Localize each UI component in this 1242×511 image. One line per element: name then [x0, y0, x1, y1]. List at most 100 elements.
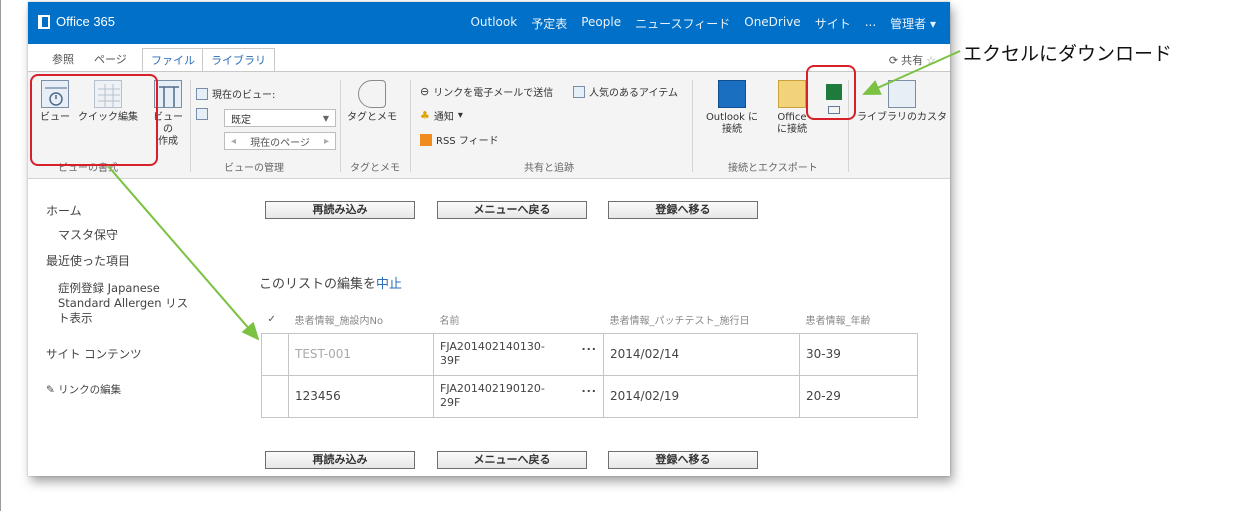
cell-facility-no[interactable]: TEST-001	[288, 332, 434, 376]
nav-edit-links[interactable]: ✎ リンクの編集	[46, 382, 121, 397]
back-menu-button-top[interactable]: メニューへ戻る	[437, 201, 587, 219]
tag-icon	[358, 80, 386, 108]
nav-case-reg-2[interactable]: Standard Allergen リス	[58, 295, 188, 311]
current-view-select[interactable]: 既定 ▼	[224, 109, 336, 127]
office-logo-icon	[38, 14, 50, 29]
library-settings-button[interactable]: ライブラリのカスタ	[854, 80, 950, 124]
tab-page[interactable]: ページ	[94, 51, 127, 67]
office365-brand[interactable]: Office 365	[38, 14, 115, 29]
stop-edit-message: このリストの編集を中止	[259, 273, 402, 292]
nav-newsfeed[interactable]: ニュースフィード	[635, 15, 730, 32]
nav-calendar[interactable]: 予定表	[531, 15, 567, 32]
nav-master[interactable]: マスタ保守	[58, 226, 118, 243]
suite-nav: Outlook 予定表 People ニュースフィード OneDrive サイト…	[470, 15, 936, 32]
column-header-age[interactable]: 患者情報_年齢	[800, 307, 918, 333]
prev-page-icon: ◂	[231, 135, 237, 147]
row-menu-ellipsis[interactable]: ...	[581, 382, 597, 396]
row-select-cell[interactable]	[261, 332, 289, 376]
rss-icon	[420, 133, 432, 146]
table-row[interactable]: TEST-001 FJA201402140130-... 39F 2014/02…	[261, 332, 918, 376]
tags-notes-label: タグとメモ	[347, 112, 397, 123]
column-header-name[interactable]: 名前	[434, 307, 604, 333]
table-row[interactable]: 123456 FJA201402190120-... 29F 2014/02/1…	[261, 374, 918, 418]
cell-age[interactable]: 20-29	[799, 374, 918, 418]
cell-name[interactable]: FJA201402140130-... 39F	[433, 332, 604, 376]
group-separator	[692, 80, 693, 172]
cell-patch-date[interactable]: 2014/02/14	[603, 332, 800, 376]
column-header-patch-date[interactable]: 患者情報_パッチテスト_施行日	[604, 307, 800, 333]
column-header-facility-no[interactable]: 患者情報_施設内No	[289, 307, 434, 333]
create-view-icon	[154, 80, 182, 108]
rss-label: RSS フィード	[436, 136, 499, 147]
nav-recent[interactable]: 最近使った項目	[46, 252, 130, 269]
group-label-view-manage: ビューの管理	[224, 163, 284, 174]
annotation-box-excel	[806, 65, 856, 120]
popular-icon	[573, 85, 585, 98]
cell-patch-date[interactable]: 2014/02/19	[603, 374, 800, 418]
cell-name[interactable]: FJA201402190120-... 29F	[433, 374, 604, 418]
alert-label: 通知	[433, 112, 454, 123]
select-all-checkbox[interactable]: ✓	[262, 307, 289, 333]
row-select-cell[interactable]	[261, 374, 289, 418]
annotation-excel-download: エクセルにダウンロード	[963, 43, 1173, 65]
current-page-nav[interactable]: ◂ 現在のページ ▸	[224, 132, 336, 150]
name-line-2: 39F	[440, 354, 461, 367]
share-icon: ⟳	[888, 53, 899, 67]
share-label: 共有	[901, 54, 924, 67]
nav-case-reg-3[interactable]: ト表示	[58, 310, 93, 326]
name-line-1: FJA201402140130-	[440, 340, 545, 353]
columns-icon-row	[196, 108, 208, 120]
row-menu-ellipsis[interactable]: ...	[581, 340, 597, 354]
cell-age[interactable]: 30-39	[799, 332, 918, 376]
cell-facility-no[interactable]: 123456	[288, 374, 434, 418]
dropdown-arrow-icon: ▼	[322, 113, 329, 123]
connect-outlook-button[interactable]: Outlook に 接続	[700, 80, 764, 136]
star-icon: ☆	[926, 53, 936, 67]
register-button-top[interactable]: 登録へ移る	[608, 201, 758, 219]
current-view-label: 現在のビュー:	[212, 90, 276, 101]
group-separator	[410, 80, 411, 172]
register-button-bottom[interactable]: 登録へ移る	[608, 451, 758, 469]
tab-browse[interactable]: 参照	[52, 51, 74, 67]
nav-sites[interactable]: サイト	[815, 15, 851, 32]
reload-button-top[interactable]: 再読み込み	[265, 201, 415, 219]
alert-bell-icon: ♣	[420, 109, 430, 122]
email-link-button[interactable]: ⊖ リンクを電子メールで送信	[420, 84, 553, 99]
share-button[interactable]: ⟳ 共有 ☆	[889, 52, 936, 68]
nav-case-reg-1[interactable]: 症例登録 Japanese	[58, 280, 160, 296]
nav-more[interactable]: ...	[865, 15, 876, 32]
popular-items-button[interactable]: 人気のあるアイテム	[573, 84, 678, 99]
office-label-2: に接続	[777, 124, 807, 135]
alert-button[interactable]: ♣ 通知 ▾	[420, 108, 463, 123]
next-page-icon: ▸	[323, 135, 329, 147]
stop-edit-prefix: このリストの編集を	[259, 277, 377, 292]
group-label-tags: タグとメモ	[350, 163, 400, 174]
group-separator	[340, 80, 341, 172]
tab-files[interactable]: ファイル	[142, 48, 204, 73]
view-modify-row[interactable]: 現在のビュー:	[196, 86, 275, 101]
email-link-label: リンクを電子メールで送信	[433, 88, 554, 99]
pencil-icon: ✎	[46, 384, 55, 396]
annotation-box-view-format	[30, 74, 158, 166]
group-separator	[190, 80, 191, 172]
name-line-2: 29F	[440, 396, 461, 409]
back-menu-button-bottom[interactable]: メニューへ戻る	[437, 451, 587, 469]
edit-links-label: リンクの編集	[58, 384, 122, 396]
nav-site-contents[interactable]: サイト コンテンツ	[46, 346, 142, 362]
columns-icon	[196, 108, 208, 120]
stop-edit-link[interactable]: 中止	[376, 277, 402, 292]
nav-people[interactable]: People	[581, 15, 621, 32]
rss-button[interactable]: RSS フィード	[420, 132, 499, 147]
outlook-label-2: 接続	[722, 124, 742, 135]
nav-onedrive[interactable]: OneDrive	[744, 15, 800, 32]
current-view-value: 既定	[231, 114, 251, 126]
nav-outlook[interactable]: Outlook	[470, 15, 517, 32]
reload-button-bottom[interactable]: 再読み込み	[265, 451, 415, 469]
popular-label: 人気のあるアイテム	[589, 88, 678, 99]
nav-home[interactable]: ホーム	[46, 202, 82, 219]
nav-admin[interactable]: 管理者 ▾	[890, 15, 936, 32]
outlook-icon	[718, 80, 746, 108]
current-page-label: 現在のページ	[250, 137, 310, 149]
tab-library[interactable]: ライブラリ	[202, 48, 275, 73]
tags-notes-button[interactable]: タグとメモ	[344, 80, 400, 124]
